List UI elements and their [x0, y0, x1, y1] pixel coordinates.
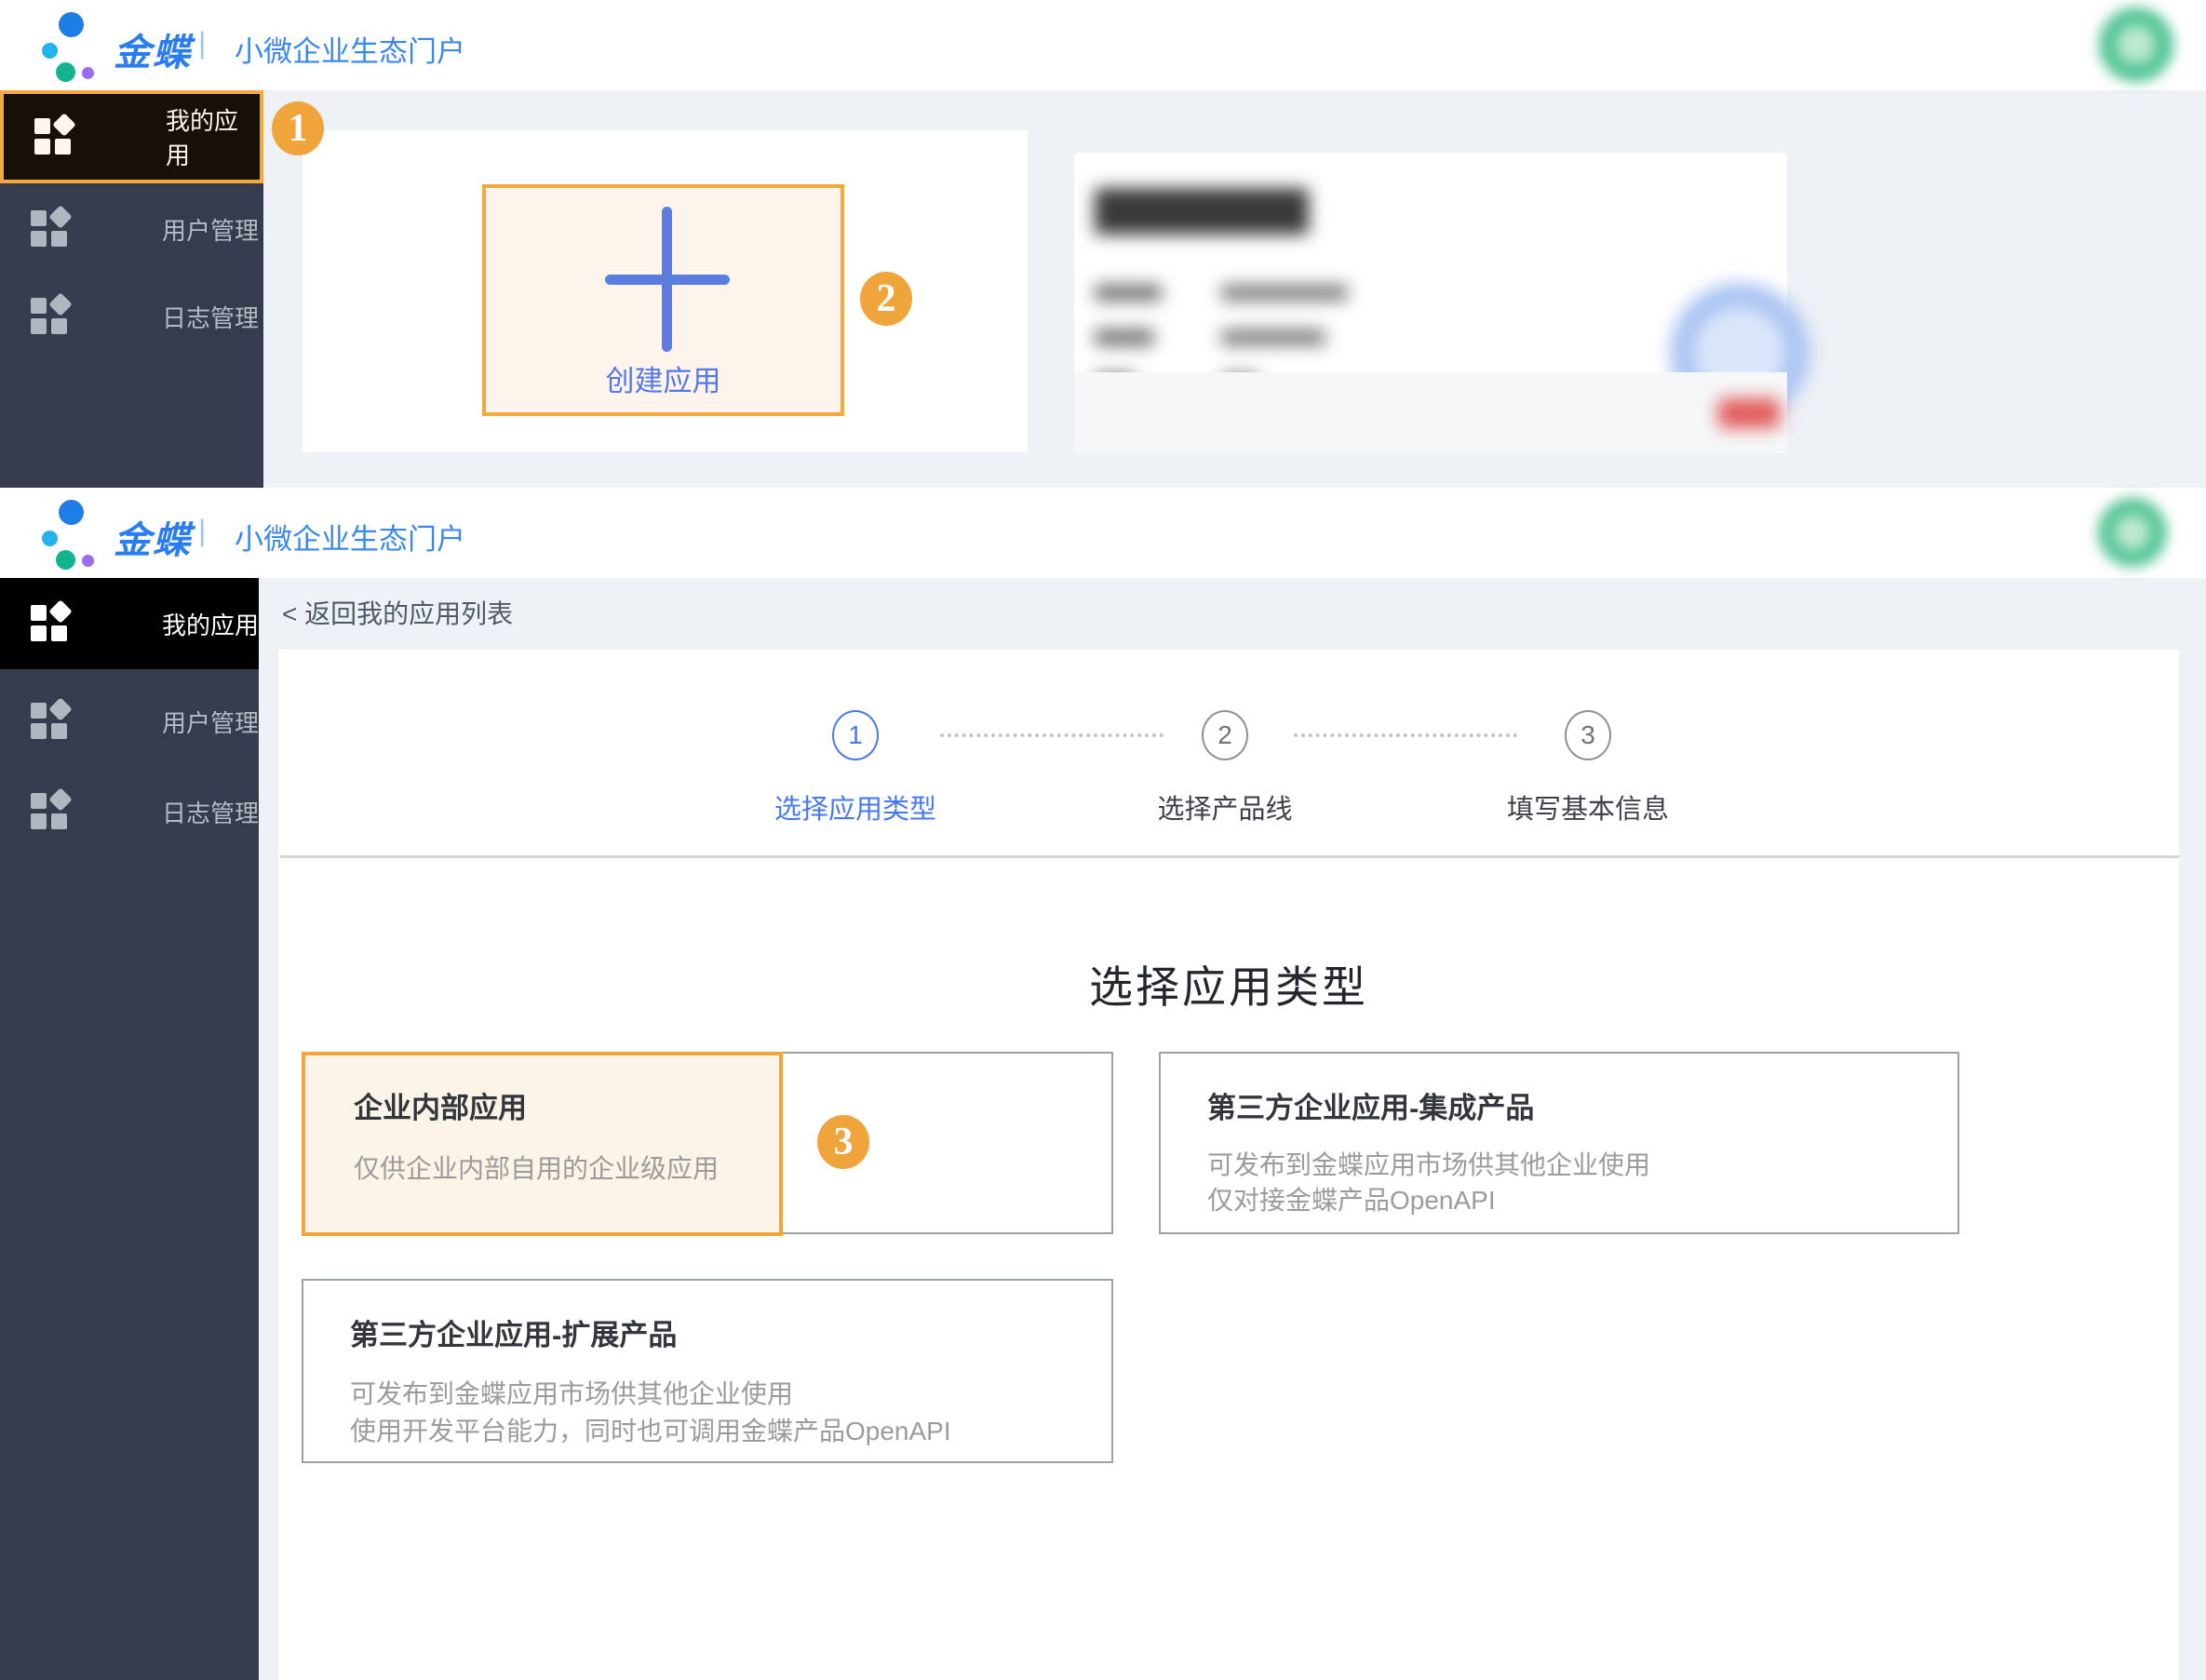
sidebar-item-user-mgmt[interactable]: 用户管理: [0, 675, 259, 768]
step-number: 2: [1217, 720, 1232, 750]
step-1-circle: 1: [832, 710, 879, 760]
sidebar-item-label: 日志管理: [162, 795, 259, 829]
card-footer: [1074, 372, 1787, 453]
step-1-label: 选择应用类型: [716, 787, 995, 827]
card-description: 使用开发平台能力，同时也可调用金蝶产品OpenAPI: [350, 1411, 951, 1448]
logo-dot-purple: [82, 67, 94, 79]
sidebar: 我的应用 用户管理 日志管理: [0, 578, 259, 1680]
card-title: 第三方企业应用-集成产品: [1207, 1084, 1534, 1126]
redacted-app-title: [1095, 188, 1309, 235]
sidebar-item-label: 我的应用: [166, 102, 260, 171]
card-description: 可发布到金蝶应用市场供其他企业使用: [1207, 1145, 1650, 1182]
logo-dot-teal: [56, 550, 75, 570]
annotation-badge-1: 1: [272, 101, 324, 155]
sidebar-item-log-mgmt[interactable]: 日志管理: [0, 270, 263, 363]
create-app-card[interactable]: 创建应用: [482, 184, 844, 416]
sidebar-item-label: 我的应用: [162, 607, 259, 641]
step-3-circle: 3: [1565, 710, 1611, 760]
card-title: 第三方企业应用-扩展产品: [350, 1311, 677, 1353]
apps-grid-icon: [31, 208, 72, 249]
logo-dot-cyan: [42, 43, 58, 59]
step-number: 1: [848, 720, 863, 750]
redacted-value: [1221, 285, 1348, 301]
sidebar-item-user-mgmt[interactable]: 用户管理: [0, 182, 263, 276]
create-app-label: 创建应用: [486, 357, 841, 399]
user-avatar[interactable]: [2099, 7, 2173, 82]
app-type-card-extended[interactable]: 第三方企业应用-扩展产品 可发布到金蝶应用市场供其他企业使用 使用开发平台能力，…: [302, 1279, 1113, 1463]
card-title: 企业内部应用: [354, 1084, 527, 1126]
logo-divider: |: [198, 514, 206, 548]
screenshot-1: 金蝶 | 小微企业生态门户 我的应用 用户管理 日志管理: [0, 0, 2206, 488]
portal-title: 小微企业生态门户: [235, 28, 465, 70]
sidebar-item-my-apps[interactable]: 我的应用: [0, 90, 263, 183]
logo-dot-cyan: [42, 531, 58, 546]
wizard-separator: [280, 855, 2179, 858]
apps-grid-icon: [31, 791, 72, 832]
kingdee-logo: 金蝶: [114, 22, 192, 76]
screenshot-2: 金蝶 | 小微企业生态门户 我的应用 用户管理 日志管理 < 返回我的应用列表: [0, 488, 2206, 1680]
header: 金蝶 | 小微企业生态门户: [0, 488, 2206, 578]
sidebar-item-label: 用户管理: [162, 212, 259, 247]
kingdee-logo: 金蝶: [114, 510, 192, 564]
card-description: 可发布到金蝶应用市场供其他企业使用: [350, 1374, 793, 1411]
user-avatar[interactable]: [2098, 498, 2167, 567]
step-2-circle: 2: [1202, 710, 1248, 760]
logo-dot-teal: [56, 62, 75, 82]
logo-divider: |: [198, 26, 206, 60]
sidebar: 我的应用 用户管理 日志管理: [0, 90, 263, 488]
sidebar-item-my-apps[interactable]: 我的应用: [0, 578, 259, 669]
logo-dot-blue: [59, 12, 84, 37]
step-3-label: 填写基本信息: [1448, 787, 1728, 827]
apps-grid-icon: [31, 296, 72, 337]
step-number: 3: [1581, 720, 1595, 750]
redacted-label: [1095, 285, 1162, 301]
sidebar-item-label: 用户管理: [162, 705, 259, 739]
app-type-card-internal[interactable]: 企业内部应用 仅供企业内部自用的企业级应用: [302, 1052, 1113, 1234]
plus-icon: [605, 275, 730, 285]
apps-grid-icon: [34, 116, 75, 157]
badge-number: 1: [289, 106, 308, 151]
redacted-label: [1095, 329, 1154, 345]
card-description: 仅供企业内部自用的企业级应用: [354, 1149, 719, 1186]
app-type-card-integrated[interactable]: 第三方企业应用-集成产品 可发布到金蝶应用市场供其他企业使用 仅对接金蝶产品Op…: [1159, 1052, 1959, 1234]
back-to-app-list-link[interactable]: < 返回我的应用列表: [282, 594, 513, 631]
step-connector: [940, 733, 1164, 737]
sidebar-item-log-mgmt[interactable]: 日志管理: [0, 765, 259, 858]
card-description: 仅对接金蝶产品OpenAPI: [1207, 1180, 1496, 1217]
apps-grid-icon: [31, 701, 72, 742]
step-connector: [1294, 733, 1517, 737]
logo-dot-blue: [59, 500, 84, 525]
apps-list-panel: 创建应用: [303, 130, 1028, 452]
annotation-badge-3: 3: [817, 1115, 869, 1169]
redacted-delete-button[interactable]: [1718, 398, 1780, 428]
composite-screenshot: 金蝶 | 小微企业生态门户 我的应用 用户管理 日志管理: [0, 0, 2206, 1680]
redacted-value: [1221, 329, 1325, 345]
header: 金蝶 | 小微企业生态门户: [0, 0, 2206, 90]
annotation-badge-2: 2: [860, 272, 912, 326]
logo-dot-purple: [82, 555, 94, 567]
page-title: 选择应用类型: [278, 951, 2179, 1015]
sidebar-item-label: 日志管理: [162, 300, 259, 334]
portal-title: 小微企业生态门户: [235, 516, 465, 558]
step-2-label: 选择产品线: [1085, 787, 1365, 827]
badge-number: 2: [877, 276, 896, 321]
apps-grid-icon: [31, 603, 72, 644]
badge-number: 3: [834, 1120, 854, 1164]
annotation-highlight: 企业内部应用 仅供企业内部自用的企业级应用: [302, 1052, 783, 1236]
app-card-redacted[interactable]: [1074, 153, 1787, 453]
